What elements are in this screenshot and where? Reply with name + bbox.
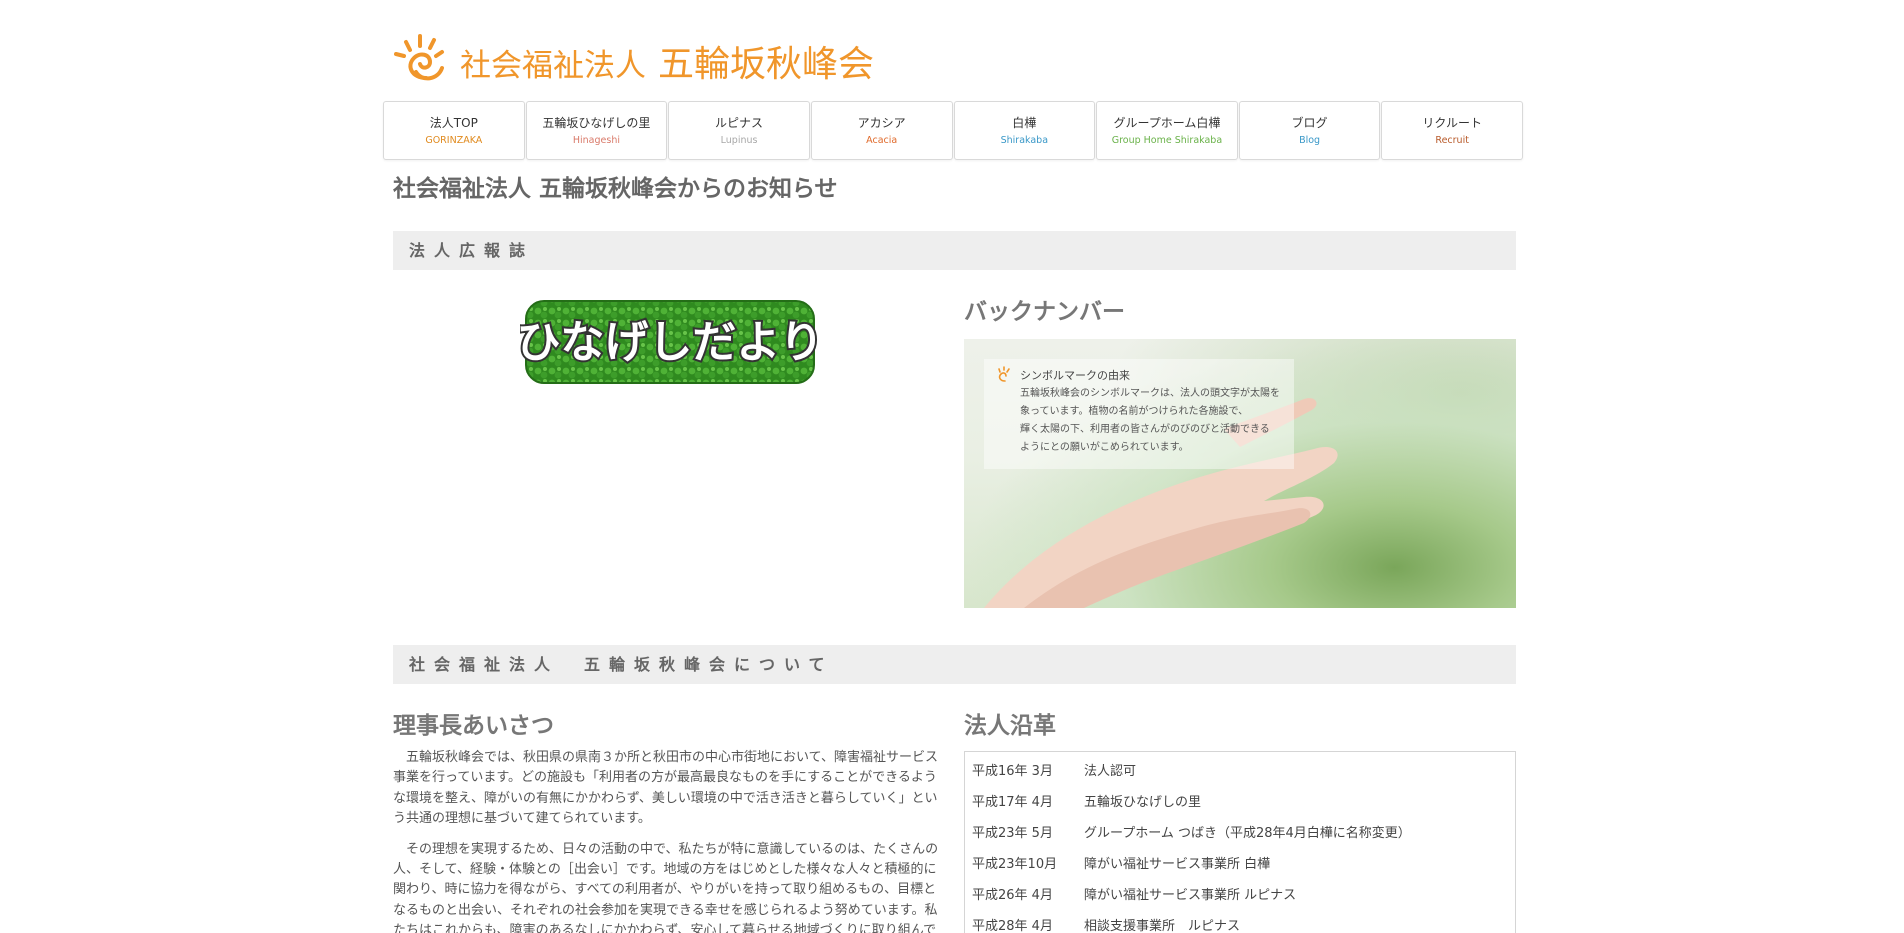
hinageshi-banner[interactable]: ひなげしだより [514,295,826,389]
nav-label: ルピナス [715,116,764,130]
sun-logo-icon [394,34,444,81]
nav-item-lupinus[interactable]: ルピナス Lupinus [668,101,810,160]
nav-item-gorinzaka[interactable]: 法人TOP GORINZAKA [383,101,525,160]
history-date: 平成28年 4月 [972,919,1053,933]
nav-sublabel: Blog [1299,135,1321,146]
nav-sublabel: Group Home Shirakaba [1111,135,1223,146]
history-event: 障がい福祉サービス事業所 ルピナス [1084,888,1297,903]
logo-subtitle: 社会福祉法人 [460,48,646,84]
nav-label: リクルート [1422,116,1482,130]
section-heading-pr: 法人広報誌 [393,231,1516,270]
history-row: 平成23年 5月 グループホーム つばき（平成28年4月白樺に名称変更） [965,816,1515,847]
page-title: 社会福祉法人 五輪坂秋峰会からのお知らせ [393,176,838,202]
logo-title: 五輪坂秋峰会 [658,44,875,85]
nav-label: 五輪坂ひなげしの里 [542,116,651,130]
history-date: 平成17年 4月 [972,795,1053,810]
nav-label: 法人TOP [429,116,478,130]
nav-sublabel: Hinageshi [572,135,620,146]
nav-item-shirakaba[interactable]: 白樺 Shirakaba [953,101,1096,160]
main-nav: 法人TOP GORINZAKA 五輪坂ひなげしの里 Hinageshi ルピナス Lupi… [383,101,1523,160]
nav-item-hinageshi[interactable]: 五輪坂ひなげしの里 Hinageshi [525,101,668,160]
history-date: 平成16年 3月 [972,764,1053,779]
site-logo[interactable]: 社会福祉法人 五輪坂秋峰会 [392,32,874,90]
nav-label: アカシア [857,116,906,130]
nav-label: グループホーム白樺 [1113,116,1221,130]
greeting-paragraph: その理想を実現するため、日々の活動の中で、私たちが特に意識しているのは、たくさん… [393,841,939,933]
symbol-description: 五輪坂秋峰会のシンボルマークは、法人の頭文字が太陽を 象っています。植物の名前が… [1020,385,1290,457]
nav-sublabel: Recruit [1435,135,1469,146]
nav-sublabel: Lupinus [720,135,758,146]
logo-text: 社会福祉法人 五輪坂秋峰会 [460,35,874,87]
history-title: 法人沿革 [964,713,1056,739]
history-row: 平成26年 4月 障がい福祉サービス事業所 ルピナス [965,878,1515,909]
nav-sublabel: Shirakaba [1000,135,1049,146]
history-event: 障がい福祉サービス事業所 白樺 [1084,857,1271,872]
greeting-text: 五輪坂秋峰会では、秋田県の県南３か所と秋田市の中心市街地において、障害福祉サービ… [393,748,941,933]
history-date: 平成26年 4月 [972,888,1053,903]
history-row: 平成17年 4月 五輪坂ひなげしの里 [965,785,1515,816]
history-event: 五輪坂ひなげしの里 [1084,795,1202,810]
symbol-line: 象っています。植物の名前がつけられた各施設で、 [1020,406,1249,417]
history-date: 平成23年 5月 [972,826,1053,841]
banner-text: ひなげしだより [520,317,820,368]
symbol-mark-panel[interactable]: シンボルマークの由来 五輪坂秋峰会のシンボルマークは、法人の頭文字が太陽を 象っ… [964,339,1516,608]
section-heading-about: 社会福祉法人 五輪坂秋峰会について [393,645,1516,684]
symbol-line: 輝く太陽の下、利用者の皆さんがのびのびと活動できる [1020,424,1270,435]
history-table: 平成16年 3月 法人認可平成17年 4月 五輪坂ひなげしの里平成23年 5月 グルー… [964,751,1516,933]
symbol-line: ようにとの願いがこめられています。 [1020,442,1189,453]
nav-item-acacia[interactable]: アカシア Acacia [810,101,953,160]
history-row: 平成28年 4月 相談支援事業所 ルピナス [965,909,1515,933]
nav-sublabel: Acacia [866,135,898,146]
symbol-line: 五輪坂秋峰会のシンボルマークは、法人の頭文字が太陽を [1020,388,1280,399]
clover-banner-image: ひなげしだより [514,300,826,384]
page: 社会福祉法人 五輪坂秋峰会 法人TOP GORINZAKA 五輪坂ひなげしの里 Hina… [0,0,1904,933]
symbol-title: シンボルマークの由来 [1020,369,1130,382]
history-row: 平成16年 3月 法人認可 [965,754,1515,785]
history-date: 平成23年10月 [972,857,1058,872]
nav-label: ブログ [1291,116,1328,130]
history-event: 法人認可 [1084,764,1137,779]
sun-small-icon [998,366,1010,382]
history-row: 平成23年10月 障がい福祉サービス事業所 白樺 [965,847,1515,878]
nav-item-recruit[interactable]: リクルート Recruit [1381,101,1523,160]
back-number-title: バックナンバー [964,299,1125,325]
nav-label: 白樺 [1012,116,1037,130]
nav-item-group-home-shirakaba[interactable]: グループホーム白樺 Group Home Shirakaba [1096,101,1238,160]
history-event: 相談支援事業所 ルピナス [1084,919,1241,933]
greeting-paragraph: 五輪坂秋峰会では、秋田県の県南３か所と秋田市の中心市街地において、障害福祉サービ… [393,750,938,827]
history-event: グループホーム つばき（平成28年4月白樺に名称変更） [1084,826,1411,841]
nav-item-blog[interactable]: ブログ Blog [1238,101,1381,160]
greeting-title: 理事長あいさつ [393,713,554,739]
nav-sublabel: GORINZAKA [425,135,483,146]
